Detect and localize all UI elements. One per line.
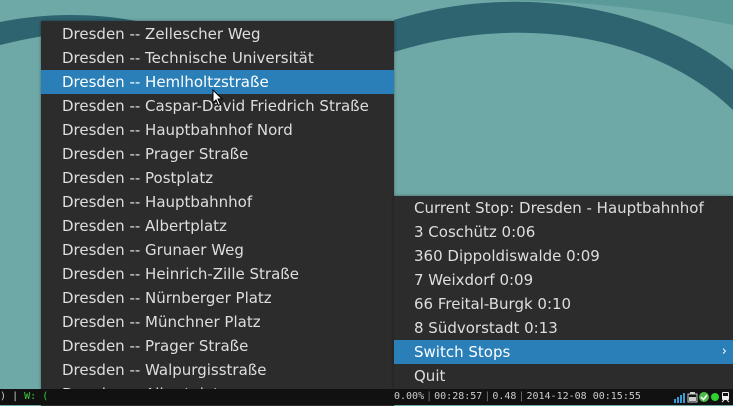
stop-item-zellescher-weg[interactable]: Dresden -- Zellescher Weg <box>41 22 394 46</box>
cpu-percent: 0.00% <box>394 391 425 402</box>
stop-item-albertplatz[interactable]: Dresden -- Albertplatz <box>41 214 394 238</box>
departure-item[interactable]: 360 Dippoldiswalde 0:09 <box>394 244 733 268</box>
departure-item[interactable]: 8 Südvorstadt 0:13 <box>394 316 733 340</box>
stops-menu: Dresden -- Zellescher Weg Dresden -- Tec… <box>41 21 394 406</box>
system-tray <box>674 392 730 403</box>
current-stop-label[interactable]: Current Stop: Dresden - Hauptbahnhof <box>394 196 733 220</box>
stop-item-heinrich-zille-strasse[interactable]: Dresden -- Heinrich-Zille Straße <box>41 262 394 286</box>
submenu-arrow-icon: › <box>721 344 727 359</box>
statusbar-separator: | <box>12 391 19 402</box>
check-icon[interactable] <box>699 392 709 402</box>
departures-menu: Current Stop: Dresden - Hauptbahnhof 3 C… <box>394 196 733 389</box>
stop-item-hauptbahnhof-nord[interactable]: Dresden -- Hauptbahnhof Nord <box>41 118 394 142</box>
departure-item[interactable]: 7 Weixdorf 0:09 <box>394 268 733 292</box>
stop-item-prager-strasse[interactable]: Dresden -- Prager Straße <box>41 142 394 166</box>
stop-item-postplatz[interactable]: Dresden -- Postplatz <box>41 166 394 190</box>
workspace-indicator[interactable]: W: <box>24 391 36 402</box>
departure-item[interactable]: 66 Freital-Burgk 0:10 <box>394 292 733 316</box>
battery-icon[interactable] <box>687 392 698 403</box>
stop-item-prager-strasse-2[interactable]: Dresden -- Prager Straße <box>41 334 394 358</box>
mouse-cursor-icon <box>212 89 224 107</box>
switch-stops-menu-item[interactable]: Switch Stops › <box>394 340 733 364</box>
stop-item-muenchner-platz[interactable]: Dresden -- Münchner Platz <box>41 310 394 334</box>
status-bar: ) | W: ( 0.00% | 00:28:57 | 0.48 | 2014-12-08 … <box>0 389 733 405</box>
statusbar-right: 0.00% | 00:28:57 | 0.48 | 2014-12-08 00:15:55 <box>394 391 641 402</box>
status-dot-icon[interactable] <box>711 393 719 401</box>
stop-item-nuernberger-platz[interactable]: Dresden -- Nürnberger Platz <box>41 286 394 310</box>
statusbar-paren: ) <box>0 391 7 402</box>
switch-stops-label: Switch Stops <box>414 343 511 361</box>
stop-item-grunaer-weg[interactable]: Dresden -- Grunaer Weg <box>41 238 394 262</box>
stop-item-hauptbahnhof[interactable]: Dresden -- Hauptbahnhof <box>41 190 394 214</box>
signal-icon[interactable] <box>674 393 685 403</box>
load-average: 0.48 <box>492 391 517 402</box>
statusbar-tail: ( <box>42 391 49 402</box>
stop-item-walpurgisstrasse[interactable]: Dresden -- Walpurgisstraße <box>41 358 394 382</box>
uptime-readout: 00:28:57 <box>434 391 483 402</box>
stop-item-technische-universitaet[interactable]: Dresden -- Technische Universität <box>41 46 394 70</box>
statusbar-left: ) | W: ( <box>0 389 48 405</box>
clock-readout: 00:15:55 <box>592 391 641 402</box>
train-icon[interactable] <box>721 392 730 403</box>
departure-item[interactable]: 3 Coschütz 0:06 <box>394 220 733 244</box>
quit-menu-item[interactable]: Quit <box>394 364 733 388</box>
date-readout: 2014-12-08 <box>526 391 587 402</box>
